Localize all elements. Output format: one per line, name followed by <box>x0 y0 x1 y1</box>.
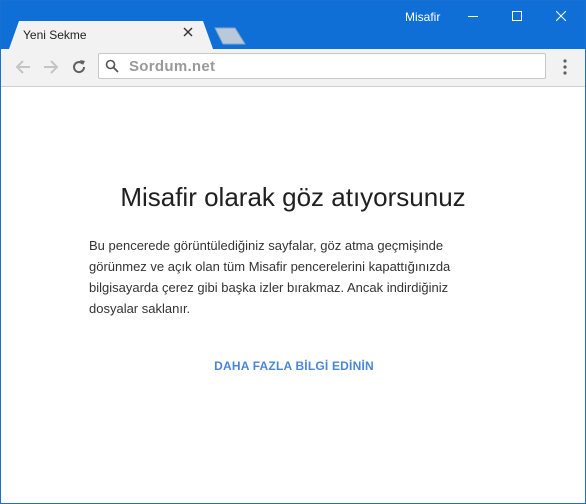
reload-button[interactable] <box>69 57 89 77</box>
minimize-icon <box>468 16 478 17</box>
maximize-button[interactable] <box>495 1 539 31</box>
menu-button[interactable] <box>555 57 575 77</box>
address-bar[interactable]: Sordum.net <box>98 53 546 79</box>
toolbar: Sordum.net <box>1 49 585 87</box>
back-button[interactable] <box>13 57 33 77</box>
guest-page: Misafir olarak göz atıyorsunuz Bu pencer… <box>1 87 585 503</box>
profile-label[interactable]: Misafir <box>405 10 440 24</box>
browser-window: Misafir Yeni Sekme Sordum.net Misafir ol… <box>0 0 586 504</box>
forward-button[interactable] <box>41 57 61 77</box>
learn-more-link[interactable]: DAHA FAZLA BİLGİ EDİNİN <box>1 359 585 373</box>
title-bar: Misafir Yeni Sekme <box>1 1 585 49</box>
search-icon <box>105 59 119 73</box>
address-text: Sordum.net <box>129 58 216 75</box>
arrow-right-icon <box>44 60 59 74</box>
close-icon <box>556 11 566 21</box>
arrow-left-icon <box>15 60 30 74</box>
tab-yeni-sekme[interactable]: Yeni Sekme <box>9 21 213 49</box>
maximize-icon <box>512 11 522 21</box>
tab-title: Yeni Sekme <box>23 28 87 42</box>
reload-icon <box>73 60 86 74</box>
guest-description: Bu pencerede görüntülediğiniz sayfalar, … <box>89 238 451 316</box>
close-icon <box>183 27 193 37</box>
close-window-button[interactable] <box>539 1 583 31</box>
minimize-button[interactable] <box>451 1 495 31</box>
tab-close-button[interactable] <box>183 27 199 43</box>
page-title: Misafir olarak göz atıyorsunuz <box>120 182 466 212</box>
more-vert-icon <box>563 59 567 75</box>
new-tab-icon <box>214 27 246 45</box>
new-tab-button[interactable] <box>211 27 247 45</box>
